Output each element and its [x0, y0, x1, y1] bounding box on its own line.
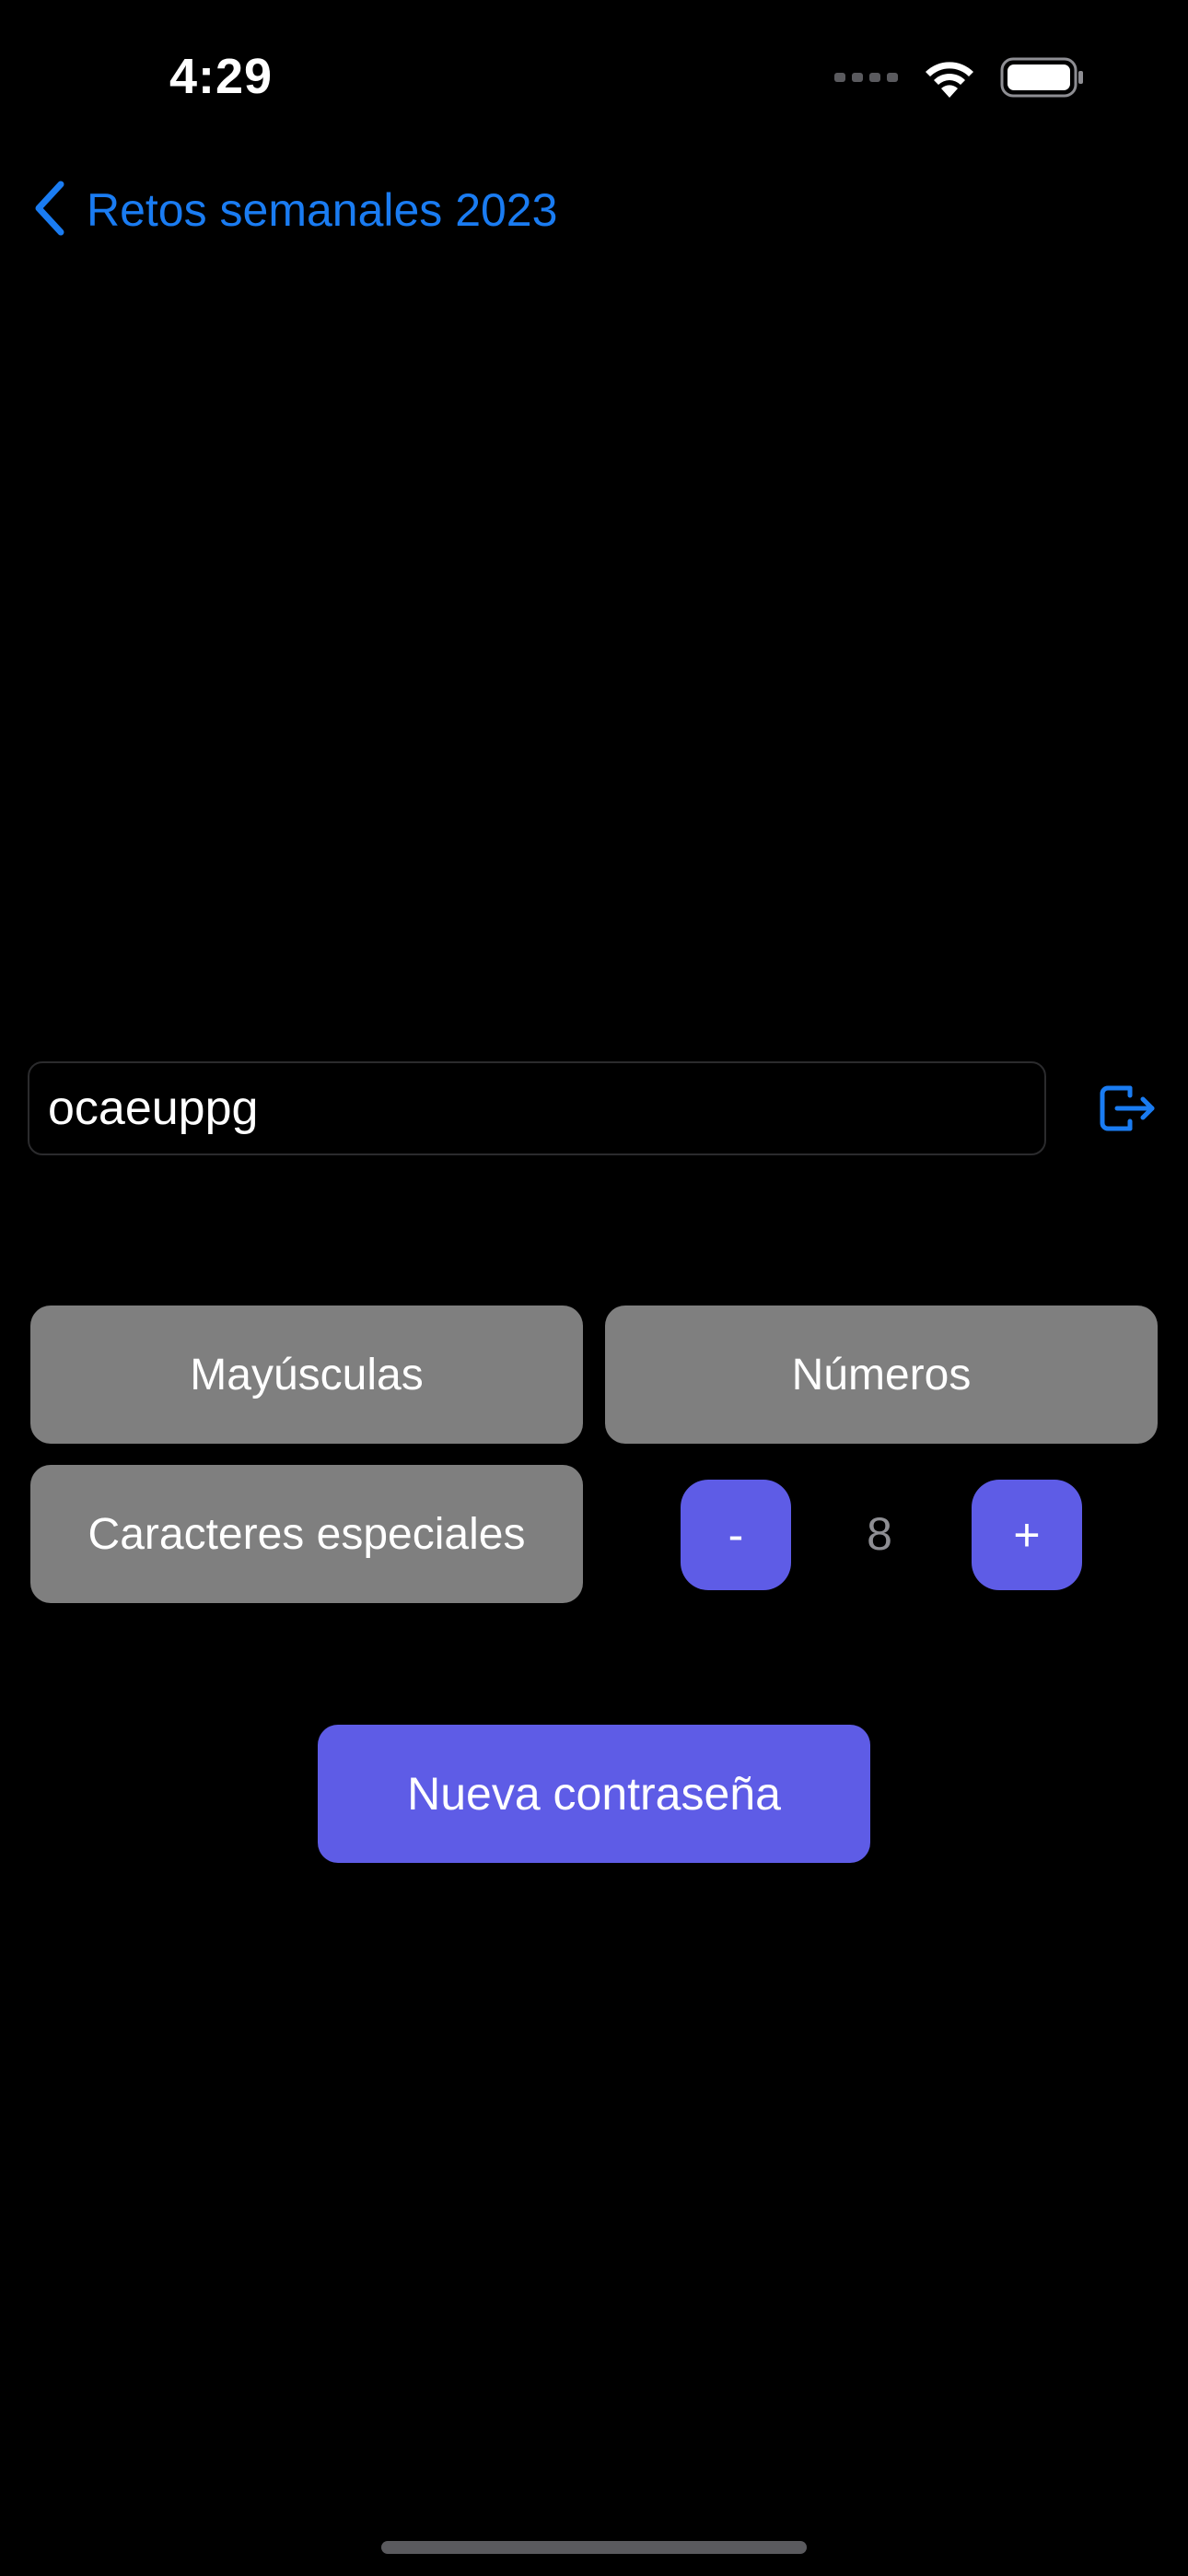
- status-icons: [834, 57, 1085, 102]
- home-indicator: [381, 2541, 807, 2554]
- increase-length-label: +: [1013, 1509, 1041, 1561]
- status-time: 4:29: [169, 49, 274, 104]
- uppercase-toggle-label: Mayúsculas: [190, 1350, 424, 1399]
- copy-export-icon: [1099, 1081, 1158, 1141]
- numbers-toggle-label: Números: [791, 1350, 972, 1399]
- new-password-button[interactable]: Nueva contraseña: [318, 1725, 870, 1863]
- password-length-value: 8: [867, 1508, 892, 1560]
- special-characters-toggle-label: Caracteres especiales: [87, 1509, 526, 1559]
- password-field[interactable]: [28, 1061, 1046, 1155]
- battery-icon: [1000, 57, 1085, 102]
- numbers-toggle-button[interactable]: Números: [605, 1306, 1158, 1444]
- uppercase-toggle-button[interactable]: Mayúsculas: [30, 1306, 583, 1444]
- increase-length-button[interactable]: +: [972, 1480, 1082, 1590]
- decrease-length-label: -: [728, 1509, 744, 1561]
- chevron-left-icon: [33, 181, 66, 240]
- back-button[interactable]: Retos semanales 2023: [33, 177, 557, 243]
- back-button-label: Retos semanales 2023: [87, 184, 558, 236]
- new-password-label: Nueva contraseña: [407, 1768, 781, 1820]
- decrease-length-button[interactable]: -: [681, 1480, 791, 1590]
- wifi-icon: [923, 57, 976, 102]
- copy-password-button[interactable]: [1096, 1078, 1160, 1142]
- cellular-dots-icon: [834, 71, 899, 88]
- special-characters-toggle-button[interactable]: Caracteres especiales: [30, 1465, 583, 1603]
